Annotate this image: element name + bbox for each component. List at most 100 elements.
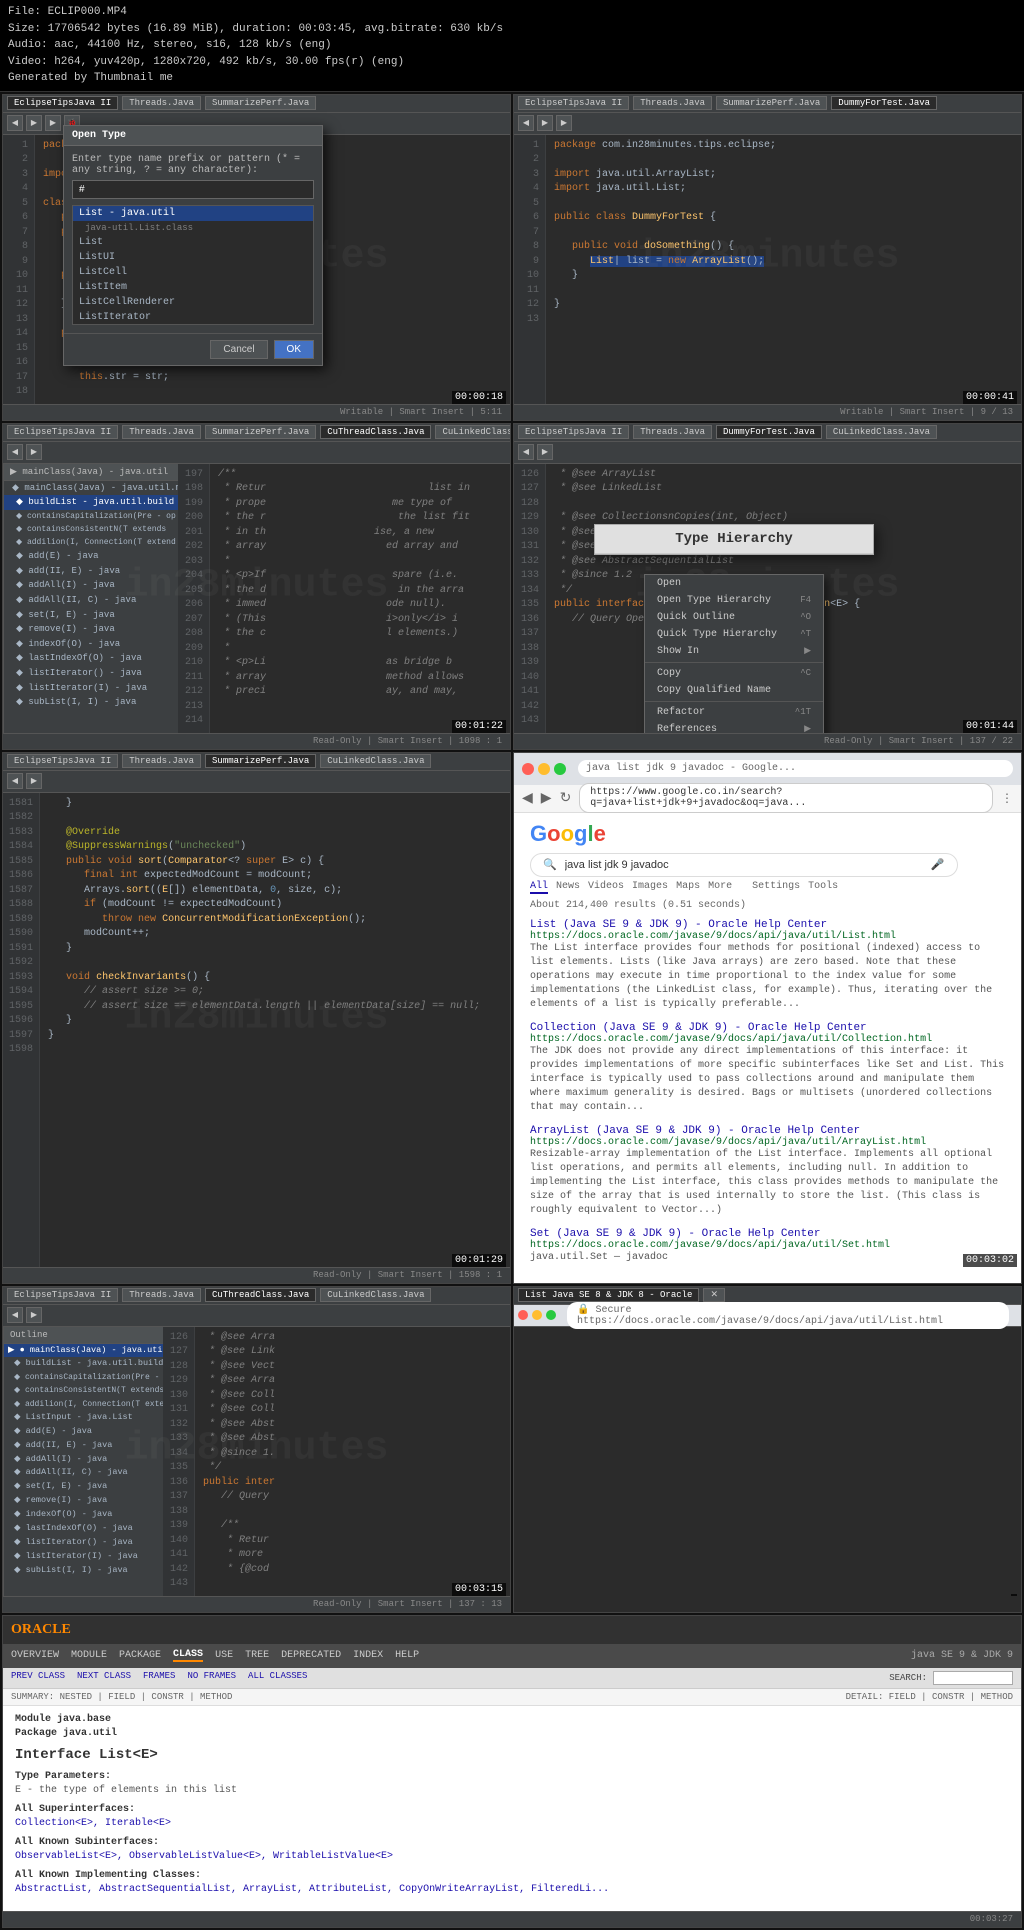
p8-min[interactable] — [532, 1310, 542, 1320]
oracle-nav-index[interactable]: INDEX — [353, 1650, 383, 1661]
panel3-tree-item-9[interactable]: ◆ set(I, E) - java — [4, 608, 178, 623]
maximize-window-btn[interactable] — [554, 763, 566, 775]
close-window-btn[interactable] — [522, 763, 534, 775]
result-3-title[interactable]: ArrayList (Java SE 9 & JDK 9) - Oracle H… — [530, 1125, 1005, 1137]
toolbar-run[interactable]: ▶ — [45, 115, 61, 131]
panel7-tree-14[interactable]: ◆ listIterator() - java — [4, 1536, 163, 1550]
dialog-item-6[interactable]: ListIterator — [73, 310, 313, 325]
panel7-tree-1[interactable]: ◆ buildList - java.util.build — [4, 1357, 163, 1371]
impl-classes-value[interactable]: AbstractList, AbstractSequentialList, Ar… — [15, 1884, 1009, 1895]
ctx-show-in[interactable]: Show In▶ — [645, 643, 823, 660]
dialog-list[interactable]: List - java.util java-util.List.class Li… — [72, 205, 314, 325]
panel7-tree-10[interactable]: ◆ set(I, E) - java — [4, 1480, 163, 1494]
search-nav-tools[interactable]: Tools — [808, 881, 838, 894]
panel5-tab1[interactable]: EclipseTipsJava II — [7, 754, 118, 768]
oracle-nav-package[interactable]: PACKAGE — [119, 1650, 161, 1661]
panel4-tab4[interactable]: CuLinkedClass.Java — [826, 425, 937, 439]
dialog-item-0[interactable]: List - java.util — [73, 206, 313, 221]
panel2-tab3[interactable]: SummarizePerf.Java — [716, 96, 827, 110]
panel7-tree-13[interactable]: ◆ lastIndexOf(O) - java — [4, 1522, 163, 1536]
refresh-btn[interactable]: ↻ — [560, 790, 572, 807]
dialog-item-4[interactable]: ListItem — [73, 280, 313, 295]
ctx-refactor[interactable]: Refactor^1T — [645, 704, 823, 721]
panel2-tab2[interactable]: Threads.Java — [633, 96, 712, 110]
ctx-open[interactable]: Open — [645, 575, 823, 592]
panel7-tree-11[interactable]: ◆ remove(I) - java — [4, 1494, 163, 1508]
panel4-tab2[interactable]: Threads.Java — [633, 425, 712, 439]
prev-class-link[interactable]: PREV CLASS — [11, 1671, 65, 1685]
super-interfaces-value[interactable]: Collection<E>, Iterable<E> — [15, 1818, 1009, 1829]
result-2-title[interactable]: Collection (Java SE 9 & JDK 9) - Oracle … — [530, 1022, 1005, 1034]
result-1-title[interactable]: List (Java SE 9 & JDK 9) - Oracle Help C… — [530, 919, 1005, 931]
panel7-tab2[interactable]: Threads.Java — [122, 1288, 201, 1302]
dialog-item-2[interactable]: ListUI — [73, 250, 313, 265]
search-nav-videos[interactable]: Videos — [588, 881, 624, 894]
panel1-tab3[interactable]: SummarizePerf.Java — [205, 96, 316, 110]
tb3-fwd[interactable]: ▶ — [26, 444, 42, 460]
settings-icon[interactable]: ⋮ — [1001, 791, 1013, 806]
dialog-item-1[interactable]: List — [73, 235, 313, 250]
tb5-back[interactable]: ◀ — [7, 773, 23, 789]
tb2-fwd[interactable]: ▶ — [537, 115, 553, 131]
oracle-nav-tree[interactable]: TREE — [245, 1650, 269, 1661]
chrome-tab-label[interactable]: java list jdk 9 javadoc - Google... — [578, 760, 1013, 777]
panel4-tab1[interactable]: EclipseTipsJava II — [518, 425, 629, 439]
panel7-tree-3[interactable]: ◆ containsConsistentN(T extends — [4, 1384, 163, 1397]
panel7-tree-6[interactable]: ◆ add(E) - java — [4, 1425, 163, 1439]
panel7-tree-16[interactable]: ◆ subList(I, I) - java — [4, 1564, 163, 1578]
frames-link[interactable]: FRAMES — [143, 1671, 175, 1685]
dialog-item-3[interactable]: ListCell — [73, 265, 313, 280]
panel3-tree-item-14[interactable]: ◆ listIterator(I) - java — [4, 681, 178, 696]
panel7-tab4[interactable]: CuLinkedClass.Java — [320, 1288, 431, 1302]
panel3-tree-item-1[interactable]: ◆ buildList - java.util.build — [4, 495, 178, 510]
oracle-nav-deprecated[interactable]: DEPRECATED — [281, 1650, 341, 1661]
panel7-tree-12[interactable]: ◆ indexOf(O) - java — [4, 1508, 163, 1522]
oracle-nav-class[interactable]: CLASS — [173, 1649, 203, 1662]
ctx-quick-outline[interactable]: Quick Outline^O — [645, 609, 823, 626]
next-class-link[interactable]: NEXT CLASS — [77, 1671, 131, 1685]
tb7-fwd[interactable]: ▶ — [26, 1307, 42, 1323]
forward-btn[interactable]: ▶ — [541, 790, 552, 807]
microphone-icon[interactable]: 🎤 — [931, 858, 945, 872]
panel2-tab4[interactable]: DummyForTest.Java — [831, 96, 937, 110]
panel7-tree-9[interactable]: ◆ addAll(II, C) - java — [4, 1466, 163, 1480]
panel7-tree-4[interactable]: ◆ addilion(I, Connection(T extend — [4, 1398, 163, 1411]
ctx-copy-qualified[interactable]: Copy Qualified Name — [645, 682, 823, 699]
panel8-tab2[interactable]: ✕ — [703, 1288, 725, 1302]
p8-max[interactable] — [546, 1310, 556, 1320]
oracle-search-input[interactable] — [933, 1671, 1013, 1685]
search-nav-news[interactable]: News — [556, 881, 580, 894]
panel5-tab4[interactable]: CuLinkedClass.Java — [320, 754, 431, 768]
google-search-input[interactable] — [565, 859, 923, 871]
panel7-tab3[interactable]: CuThreadClass.Java — [205, 1288, 316, 1302]
ctx-type-hierarchy[interactable]: Open Type HierarchyF4 — [645, 592, 823, 609]
tb4-back[interactable]: ◀ — [518, 444, 534, 460]
panel3-tab4[interactable]: CuThreadClass.Java — [320, 425, 431, 439]
tb2-run[interactable]: ▶ — [556, 115, 572, 131]
tb5-fwd[interactable]: ▶ — [26, 773, 42, 789]
result-4-title[interactable]: Set (Java SE 9 & JDK 9) - Oracle Help Ce… — [530, 1228, 1005, 1240]
panel5-tab2[interactable]: Threads.Java — [122, 754, 201, 768]
panel3-tree-item-15[interactable]: ◆ subList(I, I) - java — [4, 695, 178, 710]
search-nav-maps[interactable]: Maps — [676, 881, 700, 894]
panel3-tree-item-4[interactable]: ◆ addilion(I, Connection(T extend — [4, 536, 178, 549]
panel7-tree-7[interactable]: ◆ add(II, E) - java — [4, 1439, 163, 1453]
panel7-tree-15[interactable]: ◆ listIterator(I) - java — [4, 1550, 163, 1564]
ctx-quick-type[interactable]: Quick Type Hierarchy^T — [645, 626, 823, 643]
panel1-tab1[interactable]: EclipseTipsJava II — [7, 96, 118, 110]
panel3-tab2[interactable]: Threads.Java — [122, 425, 201, 439]
sub-interfaces-value[interactable]: ObservableList<E>, ObservableListValue<E… — [15, 1851, 1009, 1862]
tb3-back[interactable]: ◀ — [7, 444, 23, 460]
ctx-copy[interactable]: Copy^C — [645, 665, 823, 682]
panel4-tab3[interactable]: DummyForTest.Java — [716, 425, 822, 439]
tb2-back[interactable]: ◀ — [518, 115, 534, 131]
search-nav-all[interactable]: All — [530, 881, 548, 894]
panel3-tree-item-5[interactable]: ◆ add(E) - java — [4, 549, 178, 564]
panel7-tab1[interactable]: EclipseTipsJava II — [7, 1288, 118, 1302]
panel3-tree-item-0[interactable]: ◆ mainClass(Java) - java.util.main — [4, 481, 178, 496]
google-search-bar[interactable]: 🔍 🎤 — [530, 853, 958, 877]
panel3-tree-item-8[interactable]: ◆ addAll(II, C) - java — [4, 593, 178, 608]
dialog-item-5[interactable]: ListCellRenderer — [73, 295, 313, 310]
dialog-ok-btn[interactable]: OK — [274, 340, 314, 359]
panel2-tab1[interactable]: EclipseTipsJava II — [518, 96, 629, 110]
